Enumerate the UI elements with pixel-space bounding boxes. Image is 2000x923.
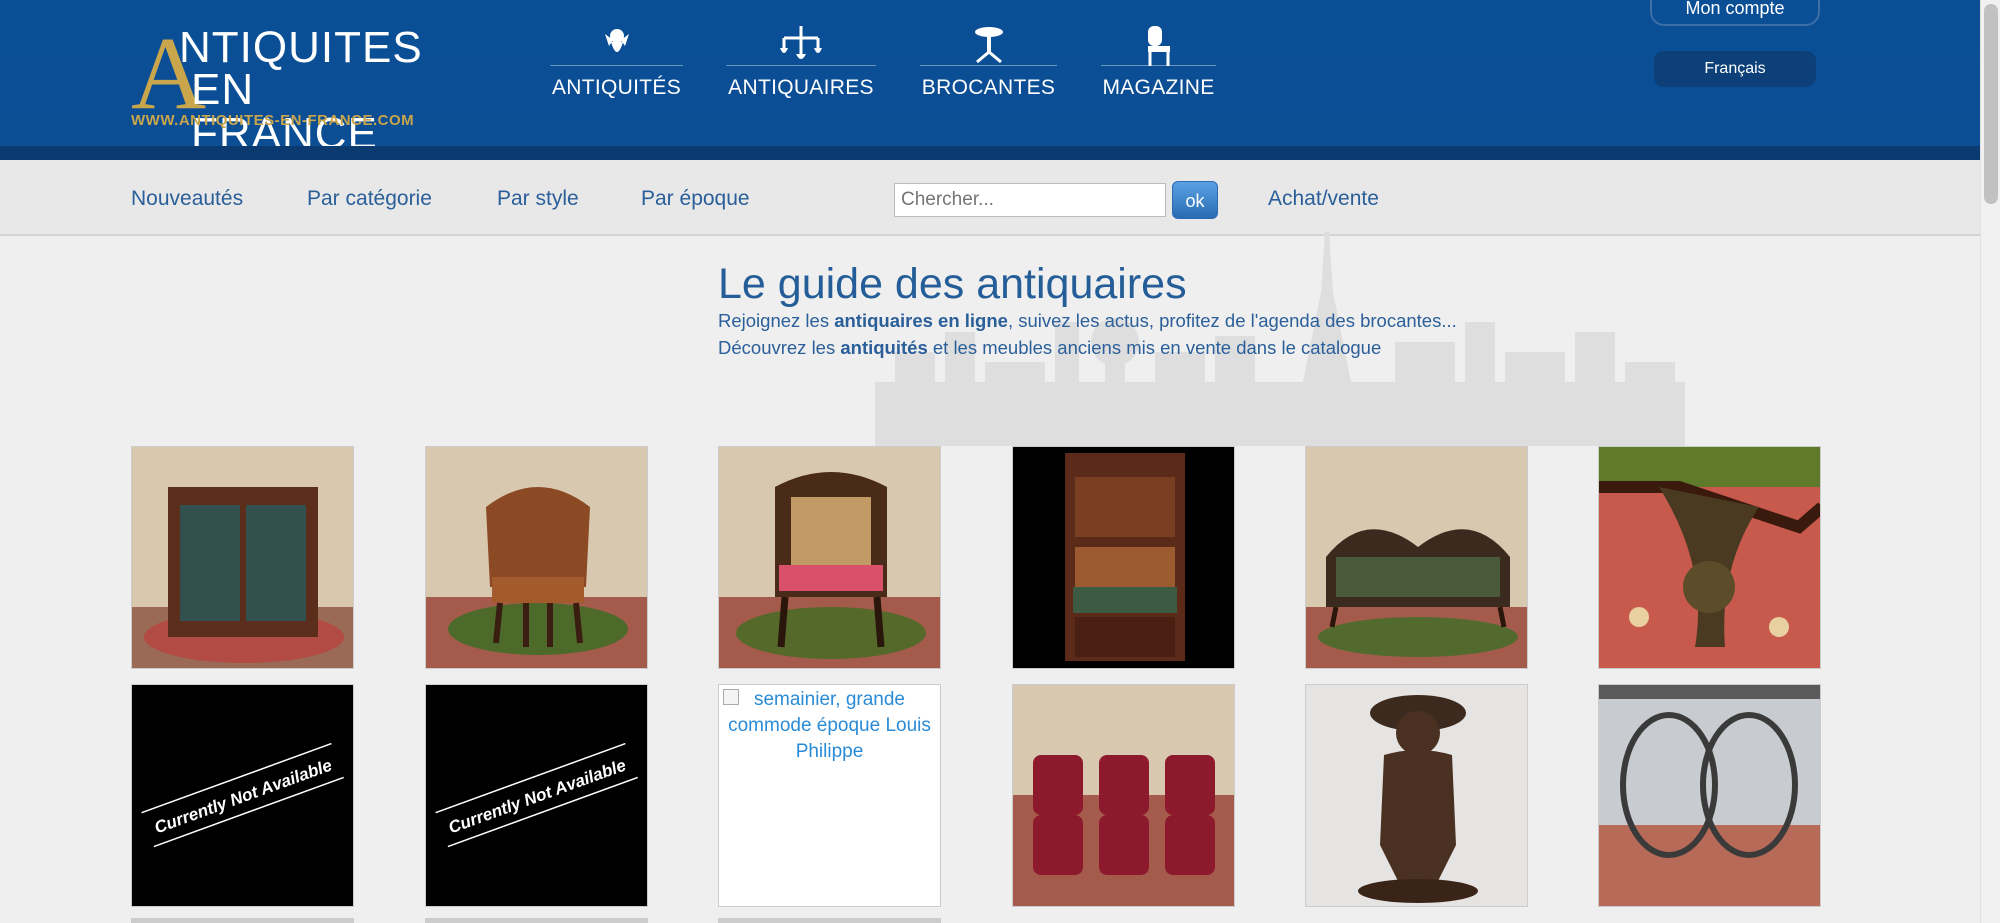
product-photo [132, 447, 353, 668]
next-row-thumbnail[interactable] [131, 918, 354, 923]
image-alt-text[interactable]: semainier, grande commode époque Louis P… [719, 685, 940, 767]
guide-intro-line1: Rejoignez les antiquaires en ligne, suiv… [718, 310, 1457, 332]
nav-brocantes[interactable]: BROCANTES [920, 22, 1057, 112]
product-thumbnail[interactable] [1598, 684, 1821, 907]
product-thumbnail[interactable] [1012, 684, 1235, 907]
product-photo [426, 447, 647, 668]
product-photo [719, 447, 940, 668]
chair-icon [1101, 22, 1216, 66]
guide-title: Le guide des antiquaires [718, 260, 1187, 308]
next-row-thumbnail[interactable] [718, 918, 941, 923]
next-row-thumbnail[interactable] [425, 918, 648, 923]
chandelier-icon [726, 22, 876, 66]
subnav-by-style[interactable]: Par style [497, 187, 579, 211]
subnav-new[interactable]: Nouveautés [131, 187, 243, 211]
cherub-icon [550, 22, 683, 66]
product-thumbnail[interactable] [1305, 684, 1528, 907]
product-photo [1599, 447, 1820, 668]
product-photo [1306, 447, 1527, 668]
sub-nav: Nouveautés Par catégorie Par style Par é… [0, 160, 1980, 236]
subnav-buy-sell[interactable]: Achat/vente [1268, 187, 1379, 211]
nav-label: ANTIQUITÉS [551, 76, 681, 99]
nav-label: MAGAZINE [1102, 76, 1215, 99]
antiquites-link[interactable]: antiquités [840, 337, 927, 358]
subnav-by-period[interactable]: Par époque [641, 187, 750, 211]
broken-image-icon [723, 689, 739, 705]
product-thumbnail[interactable] [1598, 446, 1821, 669]
search-button[interactable]: ok [1172, 181, 1218, 219]
guide-text: Découvrez les [718, 337, 841, 358]
product-photo [1013, 447, 1234, 668]
guide-text: , suivez les actus, profitez de l'agenda… [1007, 310, 1457, 331]
guide-text: Rejoignez les [718, 310, 835, 331]
subnav-by-category[interactable]: Par catégorie [307, 187, 432, 211]
product-thumbnail[interactable] [718, 446, 941, 669]
product-thumbnail-unavailable[interactable]: Currently Not Available [425, 684, 648, 907]
unavailable-placeholder: Currently Not Available [435, 742, 638, 848]
product-thumbnail-broken[interactable]: semainier, grande commode époque Louis P… [718, 684, 941, 907]
account-button[interactable]: Mon compte [1650, 0, 1820, 26]
product-photo [1306, 685, 1527, 906]
logo-url: WWW.ANTIQUITES-EN-FRANCE.COM [131, 112, 415, 129]
product-thumbnail[interactable] [131, 446, 354, 669]
nav-antiquites[interactable]: ANTIQUITÉS [550, 22, 683, 112]
nav-label: BROCANTES [921, 76, 1056, 99]
product-photo [1599, 685, 1820, 906]
product-photo [1013, 685, 1234, 906]
unavailable-placeholder: Currently Not Available [141, 742, 344, 848]
page-scrollbar[interactable] [1980, 0, 2000, 923]
product-thumbnail[interactable] [1305, 446, 1528, 669]
antiquaires-link[interactable]: antiquaires en ligne [834, 310, 1008, 331]
product-thumbnail-unavailable[interactable]: Currently Not Available [131, 684, 354, 907]
logo-line1: NTIQUITES [179, 23, 423, 72]
guide-intro-line2: Découvrez les antiquités et les meubles … [718, 337, 1381, 359]
pedestal-table-icon [920, 22, 1057, 66]
product-thumbnail[interactable] [1012, 446, 1235, 669]
site-header: A NTIQUITES EN FRANCE WWW.ANTIQUITES-EN-… [0, 0, 1980, 160]
nav-label: ANTIQUAIRES [728, 76, 874, 99]
scrollbar-thumb[interactable] [1984, 4, 1998, 204]
unavailable-text: Currently Not Available [152, 756, 335, 838]
nav-magazine[interactable]: MAGAZINE [1101, 22, 1216, 112]
site-logo[interactable]: A NTIQUITES EN FRANCE WWW.ANTIQUITES-EN-… [131, 22, 436, 156]
guide-text: et les meubles anciens mis en vente dans… [927, 337, 1382, 358]
language-selector[interactable]: Français [1654, 51, 1816, 87]
search-input[interactable] [894, 183, 1166, 217]
unavailable-text: Currently Not Available [446, 756, 629, 838]
nav-antiquaires[interactable]: ANTIQUAIRES [726, 22, 876, 112]
product-thumbnail[interactable] [425, 446, 648, 669]
